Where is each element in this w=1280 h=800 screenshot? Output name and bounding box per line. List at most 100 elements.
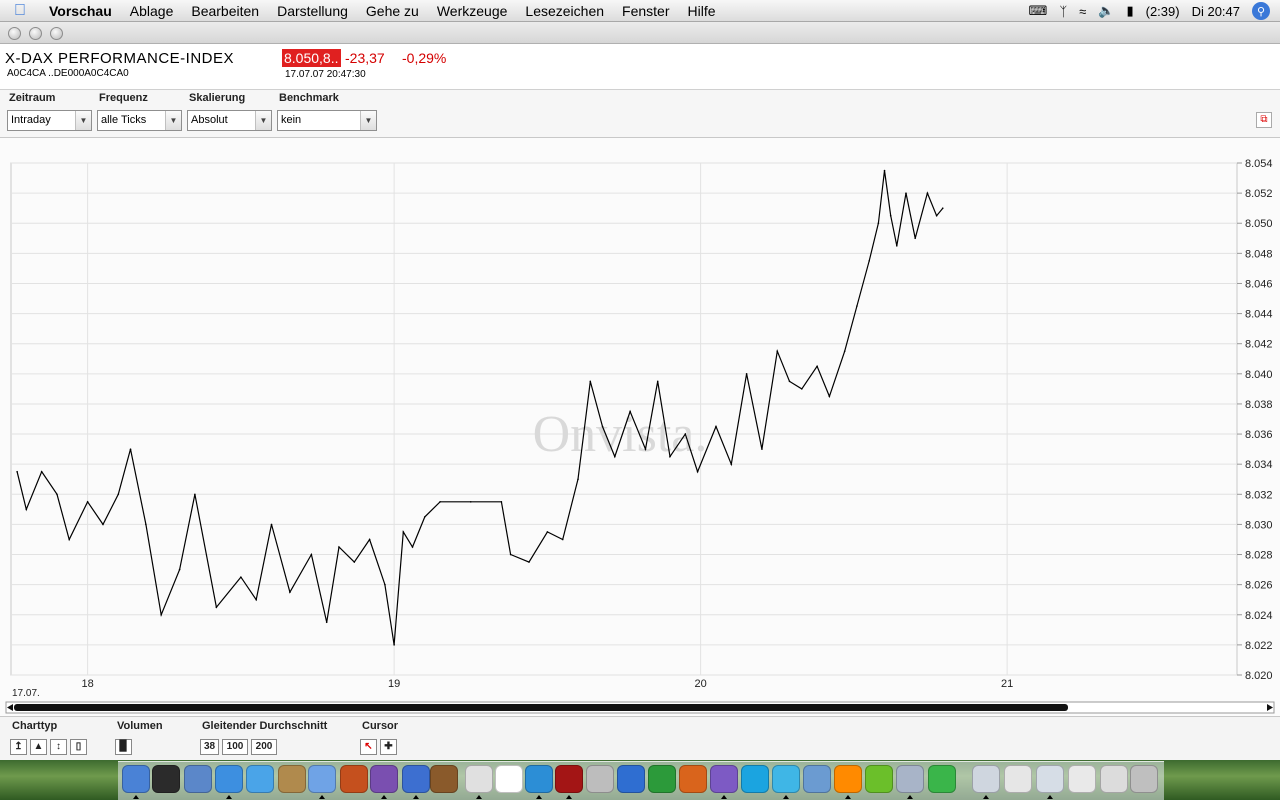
data-point <box>868 260 870 262</box>
candlestick-chart-icon[interactable]: ▯ <box>70 739 87 755</box>
data-point <box>402 531 405 533</box>
benchmark-value: kein <box>281 114 302 126</box>
addressbook-icon[interactable] <box>278 765 306 793</box>
dashboard-icon[interactable] <box>152 765 180 793</box>
data-point <box>629 410 631 413</box>
menu-darstellung[interactable]: Darstellung <box>268 3 357 19</box>
running-indicator <box>133 795 139 799</box>
price-chart[interactable]: 8.054 8.052 8.050 8.048 8.046 8.044 8.042 8.040… <box>0 138 1280 716</box>
idvd-icon[interactable] <box>402 765 430 793</box>
data-point <box>509 553 512 556</box>
ichat-icon[interactable] <box>246 765 274 793</box>
x-tick-label: 19 <box>388 678 400 690</box>
ohlc-chart-icon[interactable]: ↕ <box>50 739 67 755</box>
running-indicator <box>413 795 419 799</box>
y-tick-label: 8.024 <box>1245 610 1273 622</box>
ma-200-button[interactable]: 200 <box>251 739 277 755</box>
vlc-icon[interactable] <box>834 765 862 793</box>
ma-100-button[interactable]: 100 <box>222 739 248 755</box>
network-icon[interactable] <box>803 765 831 793</box>
running-indicator <box>907 795 913 799</box>
skalierung-select[interactable]: Absolut ▼ <box>187 110 272 131</box>
clock[interactable]: Di 20:47 <box>1192 4 1240 19</box>
photobooth-icon[interactable] <box>555 765 583 793</box>
data-point <box>289 591 291 593</box>
ical-icon[interactable] <box>465 765 493 793</box>
browser-icon[interactable] <box>525 765 553 793</box>
menu-fenster[interactable]: Fenster <box>613 3 678 19</box>
zeitraum-select[interactable]: Intraday ▼ <box>7 110 92 131</box>
docs-icon[interactable] <box>1004 765 1032 793</box>
calendar-icon[interactable] <box>495 765 523 793</box>
crosshair-cursor-icon[interactable]: ✚ <box>380 739 397 755</box>
excel-icon[interactable] <box>648 765 676 793</box>
text-icon[interactable] <box>1100 765 1128 793</box>
photo-icon[interactable] <box>896 765 924 793</box>
data-point <box>684 433 687 435</box>
menu-werkzeuge[interactable]: Werkzeuge <box>428 3 517 19</box>
safari-icon[interactable] <box>215 765 243 793</box>
bitcomet-icon[interactable] <box>865 765 893 793</box>
scrollbar-thumb <box>14 704 1068 711</box>
skype-icon[interactable] <box>741 765 769 793</box>
menu-bearbeiten[interactable]: Bearbeiten <box>182 3 268 19</box>
ma-38-button[interactable]: 38 <box>200 739 219 755</box>
volume-bars-icon[interactable]: ▉ <box>115 739 132 755</box>
cursor-label: Cursor <box>362 720 399 732</box>
mail-icon[interactable] <box>184 765 212 793</box>
data-point <box>877 222 880 225</box>
mail-folder-icon[interactable] <box>972 765 1000 793</box>
frequenz-select[interactable]: alle Ticks ▼ <box>97 110 182 131</box>
garageband-icon[interactable] <box>430 765 458 793</box>
line-chart-icon[interactable]: ↥ <box>10 739 27 755</box>
menu-gehe-zu[interactable]: Gehe zu <box>357 3 428 19</box>
data-point <box>905 192 907 194</box>
data-point <box>761 448 763 450</box>
iphoto-icon[interactable] <box>340 765 368 793</box>
keyboard-icon[interactable]: ⌨ <box>1029 3 1048 19</box>
close-window-icon[interactable] <box>8 27 21 40</box>
data-point <box>895 245 898 247</box>
bluetooth-icon[interactable]: ᛉ <box>1059 4 1067 19</box>
entourage-icon[interactable] <box>710 765 738 793</box>
data-point <box>102 523 104 526</box>
minimize-window-icon[interactable] <box>29 27 42 40</box>
menu-ablage[interactable]: Ablage <box>121 3 183 19</box>
data-point <box>411 546 414 548</box>
quote-header: X-DAX PERFORMANCE-INDEX A0C4CA ..DE000A0… <box>0 44 1280 90</box>
benchmark-select[interactable]: kein ▼ <box>277 110 377 131</box>
running-indicator <box>566 795 572 799</box>
preview-icon[interactable] <box>586 765 614 793</box>
popout-icon[interactable]: ⧉ <box>1256 112 1272 128</box>
running-indicator <box>226 795 232 799</box>
pointer-cursor-icon[interactable]: ↖ <box>360 739 377 755</box>
wifi-icon[interactable]: ≈ <box>1079 4 1086 19</box>
spotlight-icon[interactable]: ⚲ <box>1252 2 1270 20</box>
finder-icon[interactable] <box>122 765 150 793</box>
volume-icon[interactable]: 🔈 <box>1098 3 1114 19</box>
battery-icon[interactable]: ▮ <box>1126 3 1133 19</box>
pdf-icon[interactable] <box>1068 765 1096 793</box>
price-change-percent: -0,29% <box>402 50 447 66</box>
y-tick-label: 8.046 <box>1245 278 1273 290</box>
frequenz-label: Frequenz <box>99 92 148 104</box>
area-chart-icon[interactable]: ▲ <box>30 739 47 755</box>
data-point <box>800 388 803 390</box>
menu-app[interactable]: Vorschau <box>40 3 121 19</box>
zoom-window-icon[interactable] <box>50 27 63 40</box>
trash-icon[interactable] <box>1130 765 1158 793</box>
battery-time[interactable]: (2:39) <box>1146 4 1180 19</box>
imovie-icon[interactable] <box>370 765 398 793</box>
mail-doc-icon[interactable] <box>1036 765 1064 793</box>
y-tick-label: 8.038 <box>1245 399 1273 411</box>
itunes-icon[interactable] <box>308 765 336 793</box>
messenger-icon[interactable] <box>772 765 800 793</box>
menu-hilfe[interactable]: Hilfe <box>679 3 725 19</box>
menu-lesezeichen[interactable]: Lesezeichen <box>516 3 613 19</box>
apple-menu-icon[interactable]:  <box>0 2 40 20</box>
data-point <box>16 470 18 473</box>
stats-icon[interactable] <box>928 765 956 793</box>
powerpoint-icon[interactable] <box>679 765 707 793</box>
word-icon[interactable] <box>617 765 645 793</box>
data-point <box>528 561 530 563</box>
